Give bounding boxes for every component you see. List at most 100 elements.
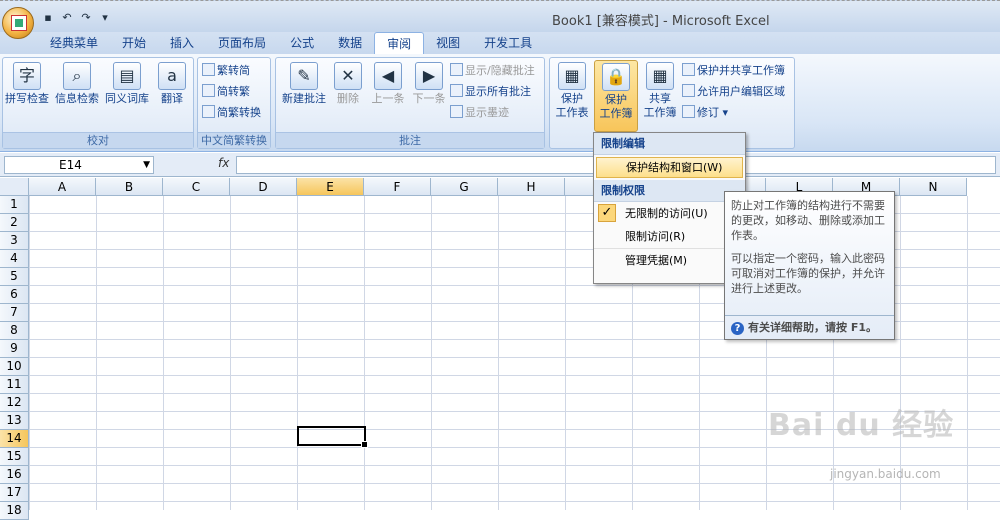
next-comment-icon: ▶: [415, 62, 443, 90]
thesaurus-icon: ▤: [113, 62, 141, 90]
menu-item-unrestricted[interactable]: ✓ 无限制的访问(U): [594, 202, 745, 225]
row-header-10[interactable]: 10: [0, 358, 29, 376]
protect-share-icon: [682, 63, 695, 76]
column-header-f[interactable]: F: [364, 178, 431, 196]
tooltip-text-1: 防止对工作簿的结构进行不需要的更改，如移动、删除或添加工作表。: [731, 199, 885, 242]
protect-workbook-button[interactable]: 🔒 保护 工作簿: [594, 60, 638, 132]
row-header-3[interactable]: 3: [0, 232, 29, 250]
name-box[interactable]: E14 ▼: [4, 156, 154, 174]
group-label-comments: 批注: [276, 132, 544, 148]
share-workbook-button[interactable]: ▦ 共享 工作簿: [640, 60, 680, 120]
row-header-4[interactable]: 4: [0, 250, 29, 268]
column-header-c[interactable]: C: [163, 178, 230, 196]
row-header-9[interactable]: 9: [0, 340, 29, 358]
column-header-n[interactable]: N: [900, 178, 967, 196]
row-header-8[interactable]: 8: [0, 322, 29, 340]
column-header-d[interactable]: D: [230, 178, 297, 196]
protect-sheet-icon: ▦: [558, 62, 586, 90]
spelling-icon: 字: [13, 62, 41, 90]
tab-view[interactable]: 视图: [424, 32, 472, 54]
watermark: Bai du 经验: [768, 408, 955, 443]
show-ink-icon: [450, 105, 463, 118]
show-hide-comment-button[interactable]: 显示/隐藏批注: [450, 62, 535, 79]
column-header-g[interactable]: G: [431, 178, 498, 196]
allow-edit-ranges-button[interactable]: 允许用户编辑区域: [682, 83, 785, 100]
protect-share-button[interactable]: 保护并共享工作簿: [682, 62, 785, 79]
protect-sheet-button[interactable]: ▦ 保护 工作表: [552, 60, 592, 120]
select-all-corner[interactable]: [0, 178, 29, 196]
row-header-15[interactable]: 15: [0, 448, 29, 466]
tooltip: 防止对工作簿的结构进行不需要的更改，如移动、删除或添加工作表。 可以指定一个密码…: [724, 191, 895, 340]
row-header-5[interactable]: 5: [0, 268, 29, 286]
ribbon-tabs: 经典菜单 开始 插入 页面布局 公式 数据 审阅 视图 开发工具: [0, 32, 1000, 54]
tab-classic-menu[interactable]: 经典菜单: [38, 32, 110, 54]
delete-comment-button[interactable]: ✕ 删除: [330, 60, 366, 106]
insert-function-button[interactable]: fx: [218, 156, 234, 174]
office-button[interactable]: [2, 7, 34, 39]
tab-page-layout[interactable]: 页面布局: [206, 32, 278, 54]
save-icon[interactable]: ▪: [40, 10, 56, 26]
column-header-h[interactable]: H: [498, 178, 565, 196]
customize-qat-icon[interactable]: ▾: [97, 10, 113, 26]
menu-item-protect-structure[interactable]: 保护结构和窗口(W): [596, 157, 743, 178]
spelling-button[interactable]: 字拼写检查: [3, 60, 51, 106]
show-ink-button[interactable]: 显示墨迹: [450, 104, 509, 121]
ribbon: 字拼写检查 ⌕ 信息检索 ▤ 同义词库 a 翻译 校对 繁转简 简转繁 简繁转换 中文…: [0, 54, 1000, 152]
active-cell[interactable]: [297, 426, 368, 448]
track-changes-icon: [682, 105, 695, 118]
translate-icon: a: [158, 62, 186, 90]
simp-to-trad-button[interactable]: 简转繁: [202, 83, 250, 100]
menu-item-manage-credentials[interactable]: 管理凭据(M): [594, 248, 745, 271]
tab-data[interactable]: 数据: [326, 32, 374, 54]
track-changes-button[interactable]: 修订 ▾: [682, 104, 728, 121]
convert-button[interactable]: 简繁转换: [202, 104, 261, 121]
column-header-a[interactable]: A: [29, 178, 96, 196]
row-header-16[interactable]: 16: [0, 466, 29, 484]
formula-bar: E14 ▼ fx: [0, 153, 1000, 177]
translate-button[interactable]: a 翻译: [153, 60, 191, 106]
tab-insert[interactable]: 插入: [158, 32, 206, 54]
group-chinese-conversion: 繁转简 简转繁 简繁转换 中文简繁转换: [197, 57, 271, 149]
thesaurus-button[interactable]: ▤ 同义词库: [103, 60, 151, 106]
tab-formulas[interactable]: 公式: [278, 32, 326, 54]
new-comment-button[interactable]: ✎ 新建批注: [278, 60, 330, 106]
redo-icon[interactable]: ↷: [78, 10, 94, 26]
allow-edit-ranges-icon: [682, 84, 695, 97]
research-button[interactable]: ⌕ 信息检索: [53, 60, 101, 106]
trad-to-simp-icon: [202, 63, 215, 76]
convert-icon: [202, 105, 215, 118]
menu-item-restricted[interactable]: 限制访问(R): [594, 225, 745, 248]
row-header-11[interactable]: 11: [0, 376, 29, 394]
show-all-comments-icon: [450, 84, 463, 97]
name-box-dropdown-icon[interactable]: ▼: [143, 157, 150, 173]
column-header-b[interactable]: B: [96, 178, 163, 196]
tab-developer[interactable]: 开发工具: [472, 32, 544, 54]
research-icon: ⌕: [63, 62, 91, 90]
protect-workbook-icon: 🔒: [602, 63, 630, 91]
previous-comment-icon: ◀: [374, 62, 402, 90]
show-all-comments-button[interactable]: 显示所有批注: [450, 83, 531, 100]
group-proofing: 字拼写检查 ⌕ 信息检索 ▤ 同义词库 a 翻译 校对: [2, 57, 194, 149]
show-hide-comment-icon: [450, 63, 463, 76]
tab-review[interactable]: 审阅: [374, 32, 425, 54]
row-header-17[interactable]: 17: [0, 484, 29, 502]
row-header-7[interactable]: 7: [0, 304, 29, 322]
group-label-chinese: 中文简繁转换: [198, 132, 270, 148]
office-logo-icon: [11, 15, 27, 31]
tooltip-text-2: 可以指定一个密码，输入此密码可取消对工作簿的保护，并允许进行上述更改。: [731, 252, 885, 295]
column-header-e[interactable]: E: [297, 178, 364, 196]
next-comment-button[interactable]: ▶ 下一条: [410, 60, 448, 106]
row-header-12[interactable]: 12: [0, 394, 29, 412]
row-header-14[interactable]: 14: [0, 430, 29, 448]
row-header-2[interactable]: 2: [0, 214, 29, 232]
row-header-6[interactable]: 6: [0, 286, 29, 304]
undo-icon[interactable]: ↶: [59, 10, 75, 26]
group-comments: ✎ 新建批注 ✕ 删除 ◀ 上一条 ▶ 下一条 显示/隐藏批注 显示所有批注 显示墨迹 …: [275, 57, 545, 149]
row-header-18[interactable]: 18: [0, 502, 29, 520]
previous-comment-button[interactable]: ◀ 上一条: [366, 60, 410, 106]
trad-to-simp-button[interactable]: 繁转简: [202, 62, 250, 79]
row-header-1[interactable]: 1: [0, 196, 29, 214]
row-header-13[interactable]: 13: [0, 412, 29, 430]
menu-header-restrict-editing: 限制编辑: [594, 133, 745, 155]
tab-home[interactable]: 开始: [110, 32, 158, 54]
